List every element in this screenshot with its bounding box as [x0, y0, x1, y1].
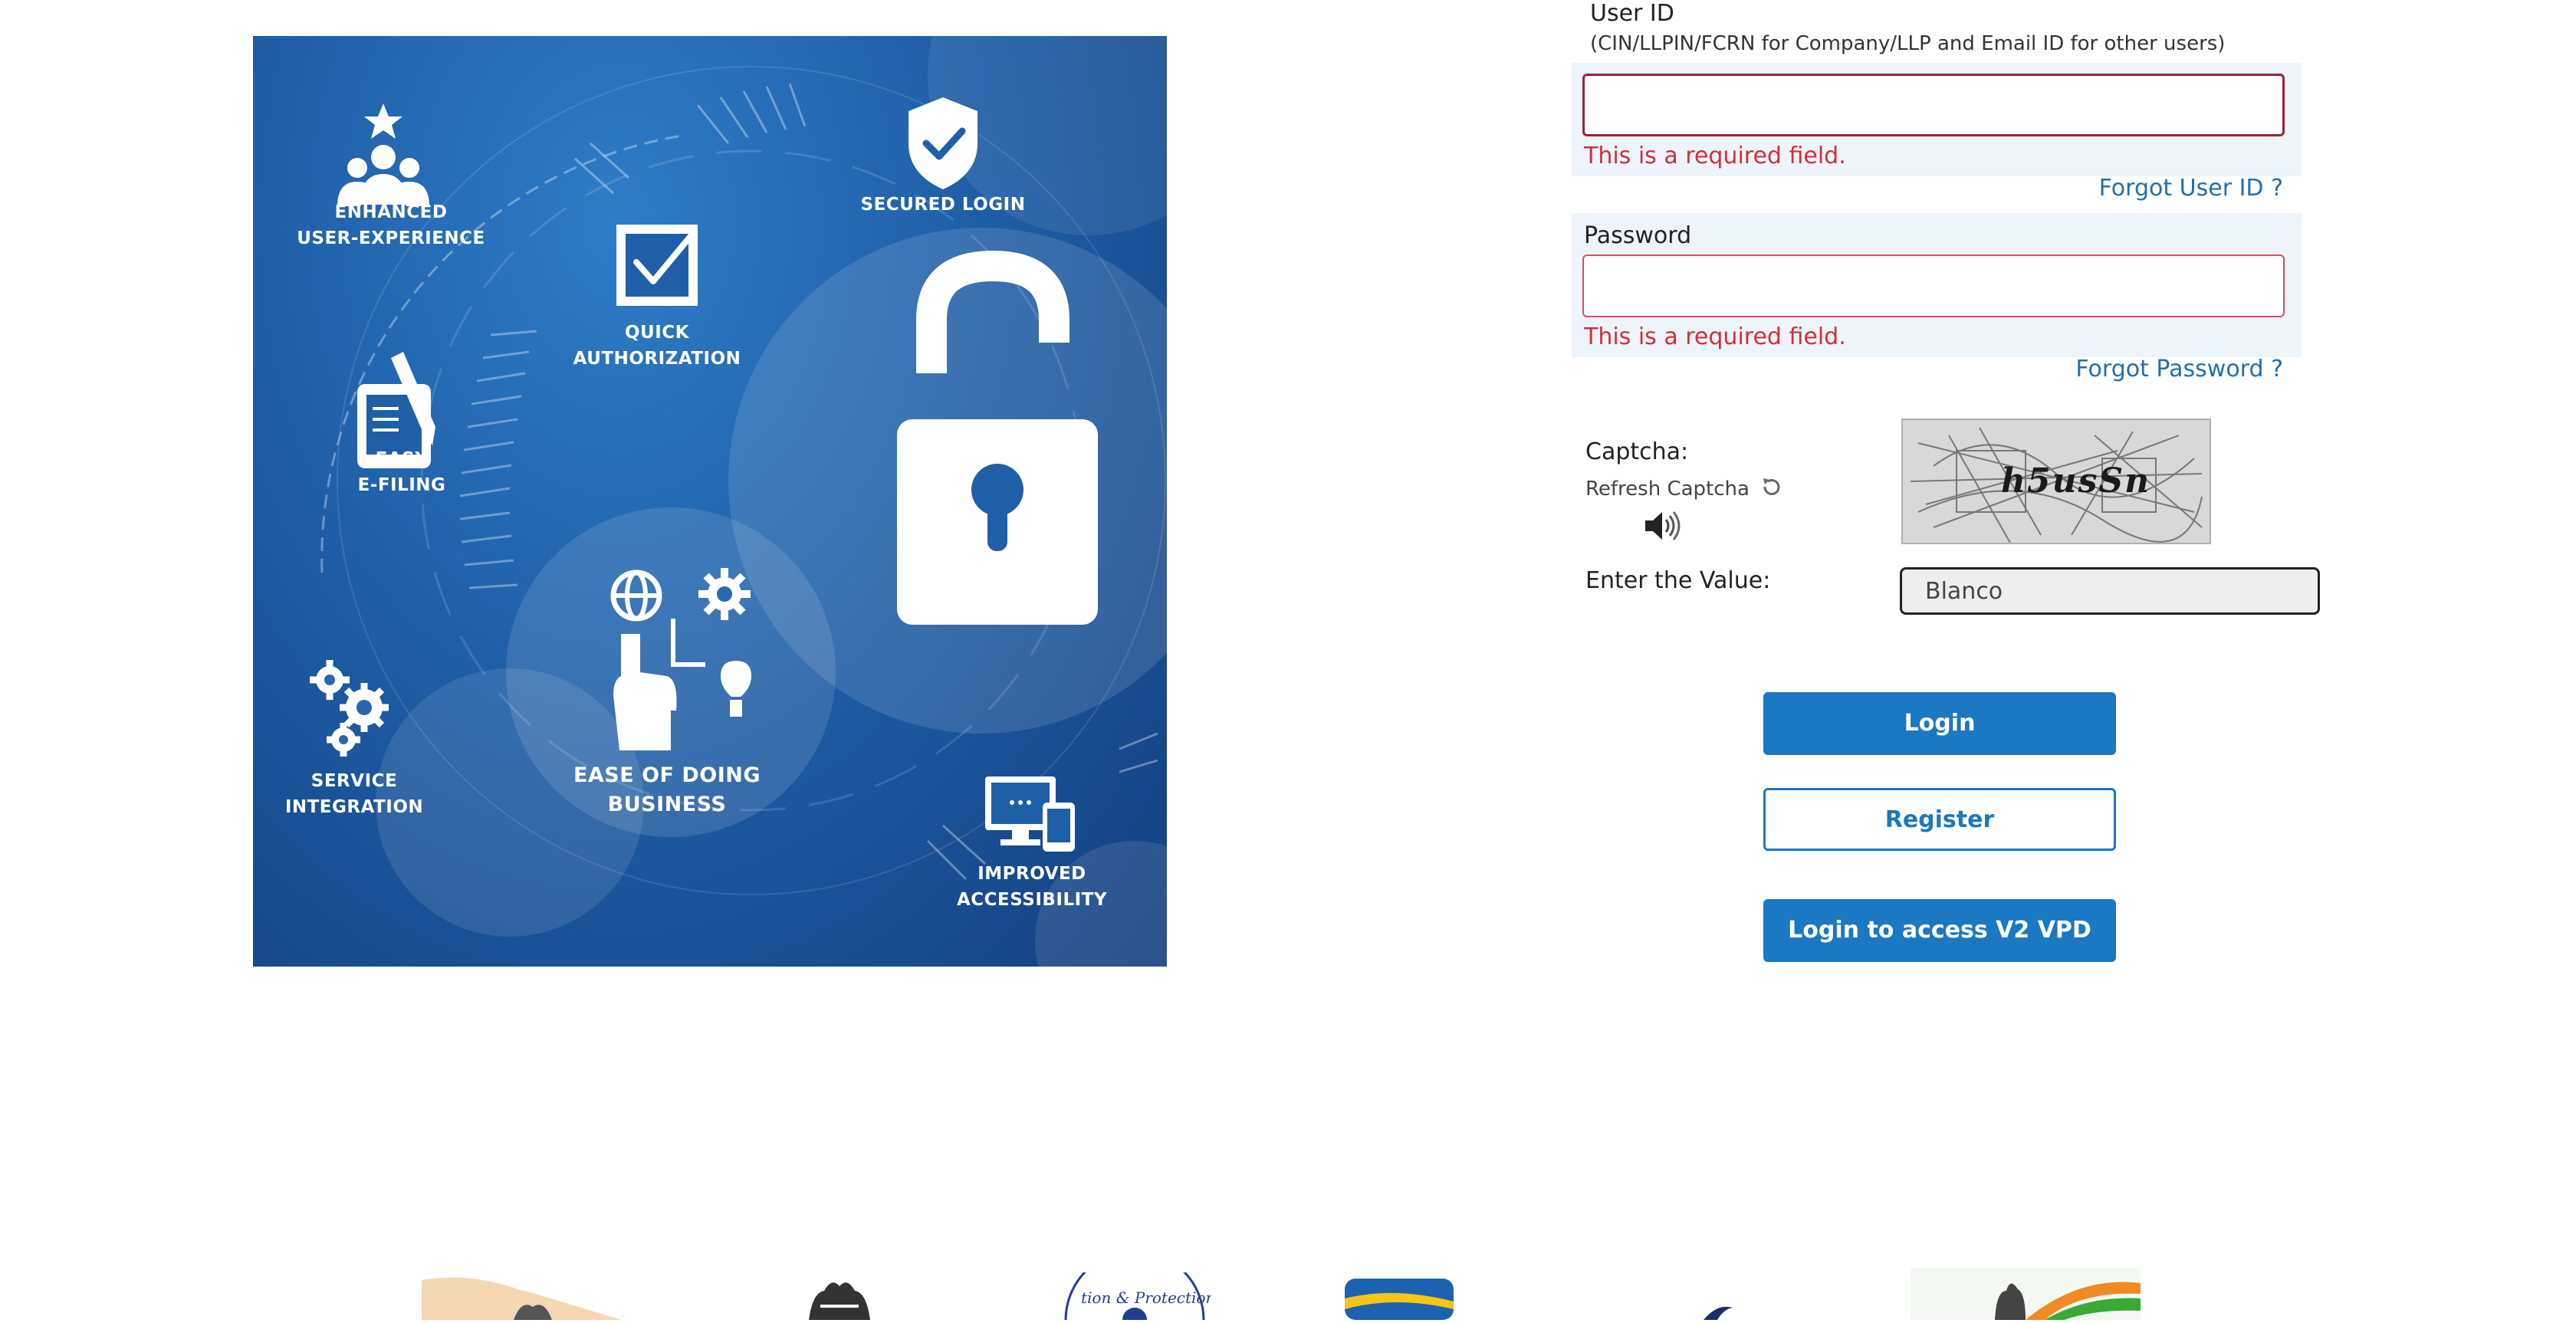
user-id-label: User ID: [1590, 0, 1674, 27]
captcha-value-input[interactable]: [1900, 567, 2320, 615]
feature-easy-efiling: EASY E-FILING: [357, 449, 446, 495]
devices-icon: [985, 776, 1075, 852]
feature-ease-of-doing-business: EASE OF DOING BUSINESS: [573, 763, 761, 816]
footer-logo-emblem[interactable]: [801, 1277, 878, 1320]
user-id-input[interactable]: [1582, 74, 2285, 136]
password-input[interactable]: [1582, 254, 2285, 317]
feature-improved-accessibility: IMPROVED ACCESSIBILITY: [956, 864, 1108, 910]
refresh-icon: [1760, 475, 1783, 504]
login-button[interactable]: Login: [1763, 692, 2116, 755]
forgot-user-id-link[interactable]: Forgot User ID ?: [2099, 175, 2283, 202]
forgot-password-link[interactable]: Forgot Password ?: [2075, 356, 2283, 382]
feature-enhanced-ux: ENHANCED USER-EXPERIENCE: [297, 202, 485, 248]
hero-banner: ENHANCED USER-EXPERIENCE SECURED LOGIN Q…: [253, 36, 1167, 967]
user-id-hint: (CIN/LLPIN/FCRN for Company/LLP and Emai…: [1590, 32, 2226, 55]
refresh-captcha-button[interactable]: Refresh Captcha: [1585, 475, 1783, 504]
captcha-image: h5usSn: [1901, 419, 2211, 544]
register-button[interactable]: Register: [1763, 788, 2116, 851]
svg-text:tion & Protection F: tion & Protection F: [1081, 1289, 1211, 1307]
user-id-error: This is a required field.: [1584, 143, 1846, 169]
captcha-label: Captcha:: [1585, 438, 1689, 465]
footer-logo-investor-protection[interactable]: tion & Protection F: [1058, 1249, 1232, 1323]
banner-art: [310, 36, 1167, 967]
v2-vpd-login-button[interactable]: Login to access V2 VPD: [1763, 899, 2116, 962]
footer-logo-tricolor-emblem[interactable]: [1911, 1268, 2141, 1320]
enter-value-label: Enter the Value:: [1585, 567, 1771, 594]
refresh-captcha-label: Refresh Captcha: [1585, 478, 1750, 501]
people-star-icon: [337, 103, 429, 206]
footer-logo-flag-emblem[interactable]: [422, 1272, 621, 1320]
password-label: Password: [1584, 222, 1692, 249]
feature-quick-authorization: QUICK AUTHORIZATION: [573, 323, 741, 369]
checkbox-icon: [616, 225, 698, 306]
feature-service-integration: SERVICE INTEGRATION: [284, 771, 424, 817]
footer-logo-swoosh[interactable]: [1702, 1303, 1748, 1320]
speaker-icon[interactable]: [1642, 509, 1684, 546]
gears-icon: [310, 660, 389, 757]
captcha-text: h5usSn: [2001, 461, 2151, 501]
password-error: This is a required field.: [1584, 323, 1846, 350]
feature-secured-login: SECURED LOGIN: [860, 195, 1026, 215]
footer-logo-blue-yellow[interactable]: [1342, 1279, 1457, 1320]
